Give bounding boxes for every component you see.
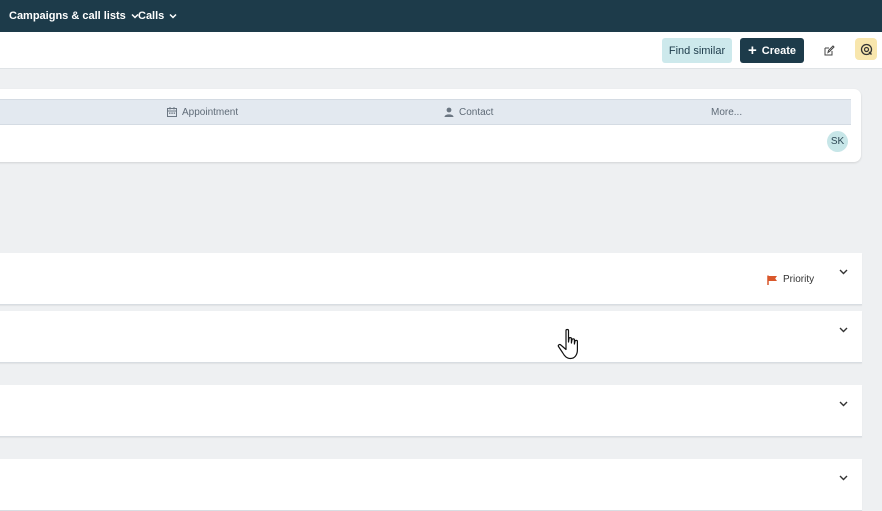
tab-appointment-label: Appointment — [182, 106, 239, 118]
create-label: Create — [761, 44, 796, 57]
collapsible-panel-2 — [0, 311, 862, 363]
page-toolbar: Find similar + Create — [0, 32, 882, 69]
collapsible-panel-1: Priority — [0, 253, 862, 305]
tab-more[interactable]: More... — [711, 100, 742, 124]
avatar-initials: SK — [830, 136, 845, 147]
edit-button[interactable] — [818, 40, 840, 62]
edit-icon — [824, 45, 835, 56]
flag-icon — [767, 275, 777, 285]
expand-toggle[interactable] — [837, 325, 849, 335]
activity-card: Appointment Contact More... SK — [0, 89, 861, 162]
top-navigation-bar: Campaigns & call lists Calls — [0, 0, 882, 32]
chevron-down-icon — [839, 401, 847, 407]
avatar[interactable]: SK — [827, 131, 848, 152]
priority-indicator[interactable]: Priority — [767, 274, 814, 285]
tab-appointment[interactable]: Appointment — [167, 100, 238, 124]
expand-toggle[interactable] — [837, 267, 849, 277]
expand-toggle[interactable] — [837, 399, 849, 409]
collapsible-panel-4 — [0, 459, 862, 511]
tab-contact[interactable]: Contact — [444, 100, 493, 124]
chevron-down-icon — [839, 269, 847, 275]
chevron-down-icon — [839, 327, 847, 333]
nav-campaigns-label: Campaigns & call lists — [9, 10, 126, 22]
plus-icon: + — [747, 42, 757, 59]
activity-tabs: Appointment Contact More... — [0, 99, 851, 125]
chevron-down-icon — [839, 475, 847, 481]
support-button[interactable] — [855, 38, 877, 60]
collapsible-panel-3 — [0, 385, 862, 437]
nav-calls[interactable]: Calls — [138, 0, 177, 32]
tab-more-label: More... — [711, 106, 743, 118]
nav-campaigns-call-lists[interactable]: Campaigns & call lists — [9, 0, 139, 32]
find-similar-button[interactable]: Find similar — [662, 38, 732, 63]
tab-contact-label: Contact — [459, 106, 494, 118]
chevron-down-icon — [169, 13, 177, 19]
find-similar-label: Find similar — [668, 44, 726, 57]
support-icon — [860, 43, 872, 55]
nav-calls-label: Calls — [138, 10, 165, 22]
priority-label: Priority — [783, 274, 815, 285]
expand-toggle[interactable] — [837, 473, 849, 483]
calendar-icon — [167, 107, 177, 117]
create-button[interactable]: + Create — [740, 38, 804, 63]
person-icon — [444, 107, 454, 117]
